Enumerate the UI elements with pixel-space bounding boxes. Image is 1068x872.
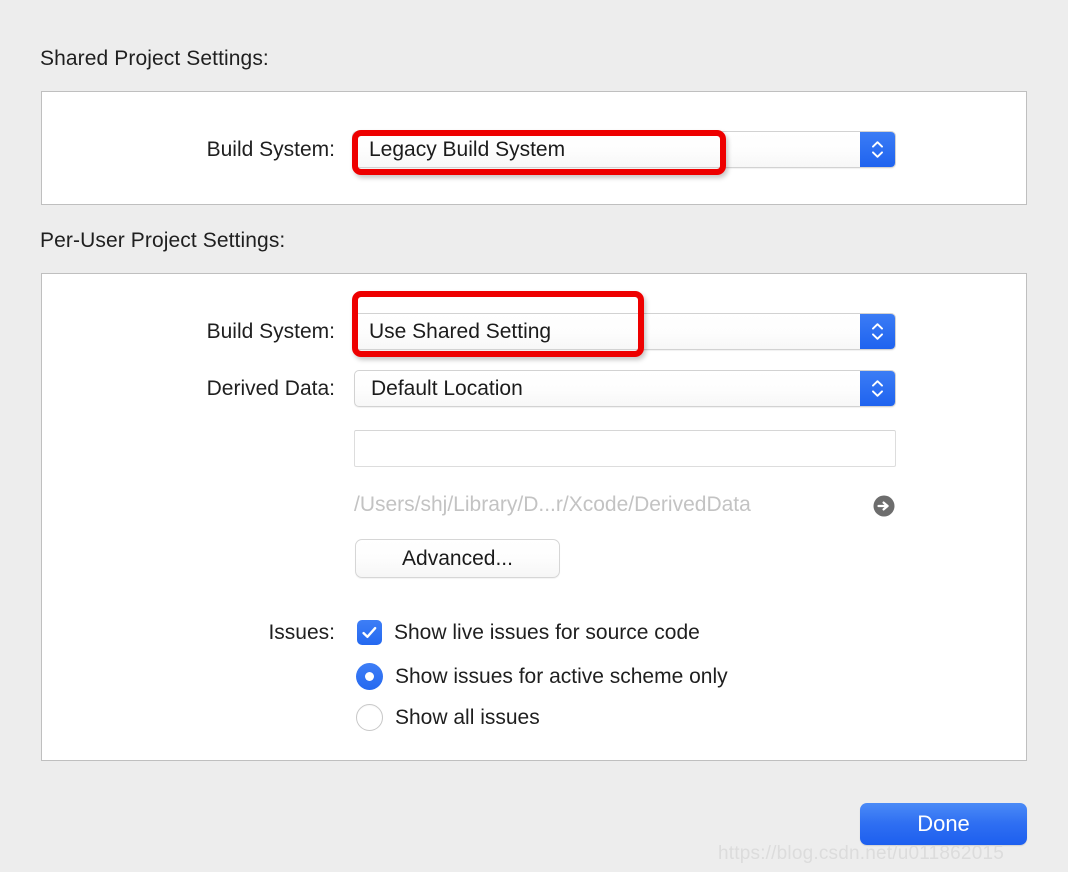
issues-option-live-issues[interactable]: Show live issues for source code <box>357 620 700 645</box>
circle-arrow-right-icon[interactable] <box>873 495 895 517</box>
derived-data-stepper[interactable] <box>860 371 895 406</box>
chevron-up-icon <box>872 380 883 387</box>
derived-data-label: Derived Data: <box>206 377 335 400</box>
checkbox-checked-icon <box>357 620 382 645</box>
radio-unselected-icon <box>356 704 383 731</box>
derived-data-popup[interactable]: Default Location <box>354 370 896 407</box>
shared-build-system-label: Build System: <box>206 138 335 161</box>
per-user-project-settings-heading: Per-User Project Settings: <box>40 229 286 252</box>
chevron-up-icon <box>872 323 883 330</box>
shared-project-settings-heading: Shared Project Settings: <box>40 47 269 70</box>
chevron-down-icon <box>872 151 883 158</box>
derived-data-value: Default Location <box>371 376 523 400</box>
per-user-build-system-popup[interactable]: Use Shared Setting <box>352 313 896 350</box>
checkmark-icon <box>362 626 377 639</box>
per-user-build-system-value: Use Shared Setting <box>369 319 552 343</box>
shared-build-system-value: Legacy Build System <box>369 137 566 161</box>
derived-data-path-input[interactable] <box>354 430 896 467</box>
issues-option-all-issues[interactable]: Show all issues <box>356 704 540 731</box>
chevron-down-icon <box>872 390 883 397</box>
issues-label: Issues: <box>268 621 335 644</box>
advanced-button[interactable]: Advanced... <box>355 539 560 578</box>
shared-build-system-stepper[interactable] <box>860 132 895 167</box>
chevron-down-icon <box>872 333 883 340</box>
preferences-pane: Shared Project Settings: Build System: L… <box>0 0 1068 872</box>
radio-selected-icon <box>356 663 383 690</box>
derived-data-resolved-path: /Users/shj/Library/D...r/Xcode/DerivedDa… <box>354 493 751 516</box>
done-button[interactable]: Done <box>860 803 1027 845</box>
issues-option-all-issues-label: Show all issues <box>395 705 540 729</box>
watermark-text: https://blog.csdn.net/u011862015 <box>718 843 1004 864</box>
issues-option-active-scheme-label: Show issues for active scheme only <box>395 664 728 688</box>
shared-build-system-popup[interactable]: Legacy Build System <box>352 131 896 168</box>
issues-option-active-scheme[interactable]: Show issues for active scheme only <box>356 663 728 690</box>
per-user-build-system-label: Build System: <box>206 320 335 343</box>
per-user-build-system-stepper[interactable] <box>860 314 895 349</box>
issues-option-live-issues-label: Show live issues for source code <box>394 620 700 644</box>
chevron-up-icon <box>872 141 883 148</box>
